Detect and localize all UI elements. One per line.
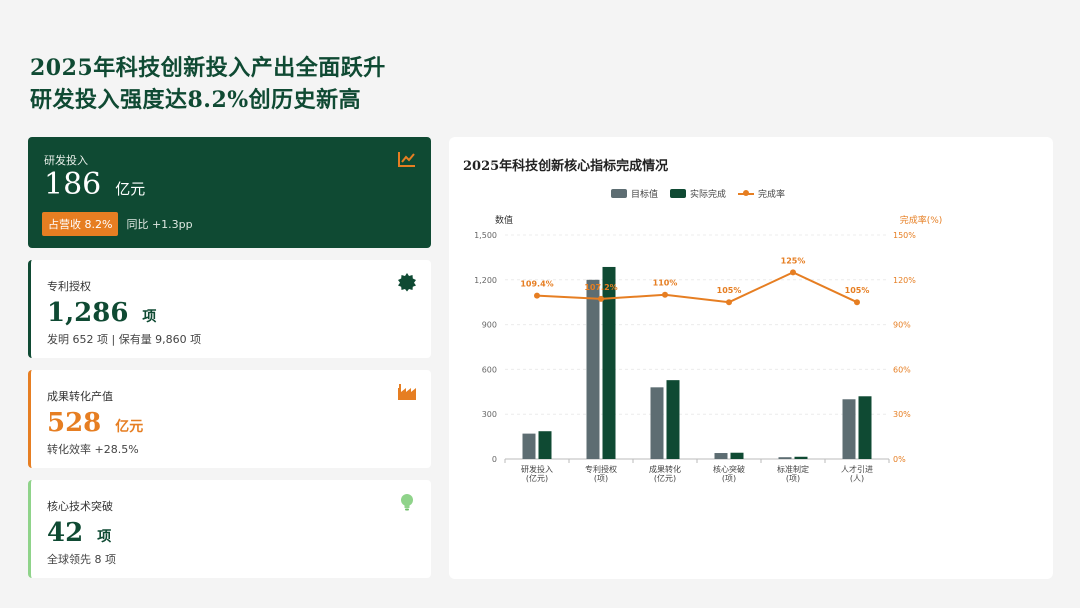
x-tick-label: 研发投入: [521, 464, 553, 474]
bar-actual: [858, 396, 872, 459]
bar-actual: [794, 456, 808, 459]
bar-target: [522, 433, 536, 459]
bar-target: [778, 457, 792, 459]
y-axis-title: 数值: [495, 214, 513, 226]
patent-value-row: 1,286 项: [47, 298, 156, 328]
bar-actual: [666, 380, 680, 459]
chart-plot: 数值 完成率(%) 0 300 600 900 1,200 1,500 0% 30% 60% 90% 1…: [474, 214, 943, 483]
x-tick-label: (人): [850, 474, 864, 483]
y-tick-label: 0: [492, 455, 497, 464]
y2-tick-label: 90%: [893, 321, 911, 330]
bar-actual: [602, 266, 616, 459]
transfer-value-card: 成果转化产值 528 亿元 转化效率 +28.5%: [28, 370, 431, 468]
y2-tick-label: 60%: [893, 365, 911, 374]
x-tick-label: 成果转化: [649, 464, 681, 474]
headline-line-1: 2025年科技创新投入产出全面跃升: [30, 55, 386, 81]
rate-data-label: 105%: [717, 286, 742, 295]
patent-value: 1,286: [47, 298, 129, 328]
chart-panel: 2025年科技创新核心指标完成情况 目标值 实际完成 完成率 数值 完成率(%) 0…: [449, 137, 1053, 579]
rate-point: [726, 299, 732, 306]
rate-data-label: 107.2%: [584, 283, 617, 292]
rd-investment-label: 研发投入: [44, 154, 88, 167]
y2-tick-label: 30%: [893, 410, 911, 419]
rd-investment-card: 研发投入 186 亿元 占营收 8.2% 同比 +1.3pp: [28, 137, 431, 248]
breakthrough-unit: 项: [97, 529, 112, 545]
rd-yoy-text: 同比 +1.3pp: [126, 218, 193, 231]
transfer-note: 转化效率 +28.5%: [47, 443, 139, 456]
y2-tick-label: 150%: [893, 231, 916, 240]
rd-investment-value-row: 186 亿元: [44, 167, 145, 202]
seal-badge-icon: [398, 273, 416, 292]
lightbulb-icon: [401, 494, 413, 511]
rate-data-label: 125%: [781, 256, 806, 265]
bar-target: [714, 453, 728, 459]
rate-point: [598, 295, 604, 302]
transfer-value: 528: [47, 408, 102, 438]
x-tick-label: 人才引进: [841, 464, 873, 474]
y-tick-label: 1,500: [474, 231, 497, 240]
y2-axis-title: 完成率(%): [900, 214, 943, 226]
rate-data-label: 110%: [653, 279, 678, 288]
transfer-unit: 亿元: [115, 419, 144, 435]
headline-line-2: 研发投入强度达8.2%创历史新高: [30, 87, 362, 113]
y2-tick-label: 120%: [893, 276, 916, 285]
breakthrough-note: 全球领先 8 项: [47, 553, 116, 566]
bar-actual: [730, 452, 744, 459]
bar-target: [842, 399, 856, 459]
y-tick-label: 600: [482, 365, 497, 374]
rate-point: [534, 292, 540, 299]
y-tick-label: 1,200: [474, 276, 497, 285]
breakthrough-value: 42: [47, 518, 84, 548]
y-tick-label: 900: [482, 321, 497, 330]
transfer-value-row: 528 亿元: [47, 408, 143, 438]
x-tick-label: (项): [722, 474, 736, 483]
bar-target: [586, 279, 600, 459]
bar-actual: [538, 431, 552, 459]
y-tick-label: 300: [482, 410, 497, 419]
transfer-label: 成果转化产值: [47, 390, 113, 403]
rate-data-label: 109.4%: [520, 280, 553, 289]
x-tick-label: (亿元): [654, 473, 676, 483]
rd-investment-footer: 占营收 8.2% 同比 +1.3pp: [42, 212, 193, 236]
rate-data-label: 105%: [845, 286, 870, 295]
x-tick-label: (项): [594, 474, 608, 483]
patent-card: 专利授权 1,286 项 发明 652 项 | 保有量 9,860 项: [28, 260, 431, 358]
rate-point: [662, 291, 668, 298]
x-tick-label: 标准制定: [777, 464, 809, 474]
x-tick-label: 核心突破: [713, 464, 745, 474]
y2-tick-label: 0%: [893, 455, 906, 464]
rate-point: [790, 269, 796, 276]
bar-target: [650, 387, 664, 459]
factory-icon: [398, 384, 416, 400]
patent-label: 专利授权: [47, 280, 91, 293]
trend-chart-icon: [398, 152, 415, 167]
breakthrough-card: 核心技术突破 42 项 全球领先 8 项: [28, 480, 431, 578]
rd-investment-unit: 亿元: [115, 180, 146, 198]
headline: 2025年科技创新投入产出全面跃升 研发投入强度达8.2%创历史新高: [30, 52, 386, 116]
x-tick-label: (项): [786, 474, 800, 483]
patent-unit: 项: [142, 309, 157, 325]
breakthrough-value-row: 42 项: [47, 518, 111, 548]
x-tick-label: 专利授权: [585, 464, 617, 474]
patent-note: 发明 652 项 | 保有量 9,860 项: [47, 333, 202, 346]
rate-point: [854, 299, 860, 306]
breakthrough-label: 核心技术突破: [47, 500, 113, 513]
x-tick-label: (亿元): [526, 473, 548, 483]
rd-investment-value: 186: [44, 167, 102, 202]
revenue-share-badge: 占营收 8.2%: [42, 212, 119, 236]
